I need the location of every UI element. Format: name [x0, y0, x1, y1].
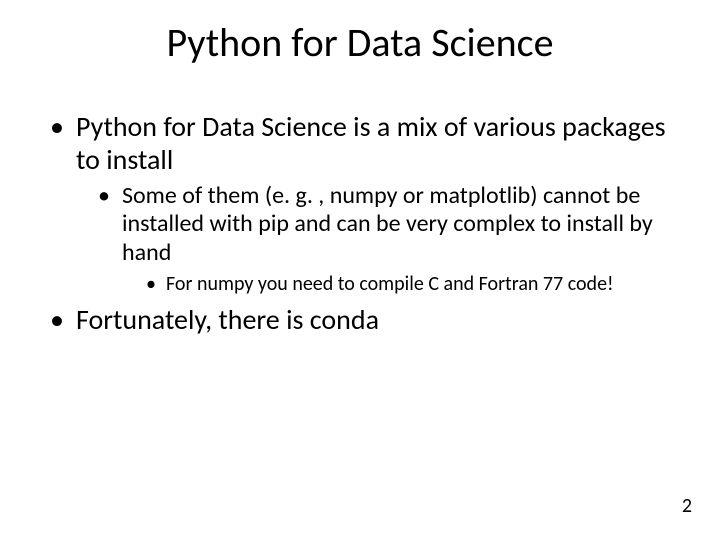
- slide-title: Python for Data Science: [0, 18, 720, 67]
- bullet-text: Fortunately, there is conda: [76, 302, 379, 337]
- bullet-item: Python for Data Science is a mix of vari…: [50, 110, 680, 297]
- bullet-text: Python for Data Science is a mix of vari…: [76, 109, 666, 177]
- bullet-list-level3: For numpy you need to compile C and Fort…: [122, 273, 680, 297]
- bullet-item: Some of them (e. g. , numpy or matplotli…: [98, 182, 680, 297]
- bullet-list-level2: Some of them (e. g. , numpy or matplotli…: [76, 182, 680, 297]
- bullet-text: Some of them (e. g. , numpy or matplotli…: [122, 181, 653, 267]
- slide: Python for Data Science Python for Data …: [0, 0, 720, 540]
- bullet-text: For numpy you need to compile C and Fort…: [166, 272, 614, 296]
- bullet-item: For numpy you need to compile C and Fort…: [146, 273, 680, 297]
- slide-body: Python for Data Science is a mix of vari…: [50, 110, 680, 342]
- page-number: 2: [682, 494, 692, 518]
- bullet-item: Fortunately, there is conda: [50, 303, 680, 336]
- bullet-list-level1: Python for Data Science is a mix of vari…: [50, 110, 680, 336]
